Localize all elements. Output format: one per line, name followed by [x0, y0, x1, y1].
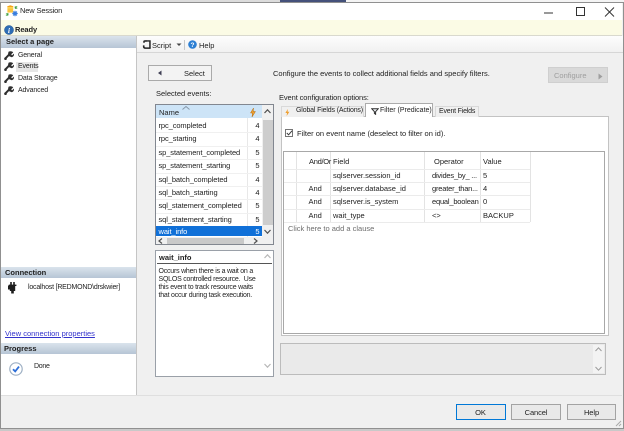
svg-text:?: ?	[191, 42, 195, 49]
